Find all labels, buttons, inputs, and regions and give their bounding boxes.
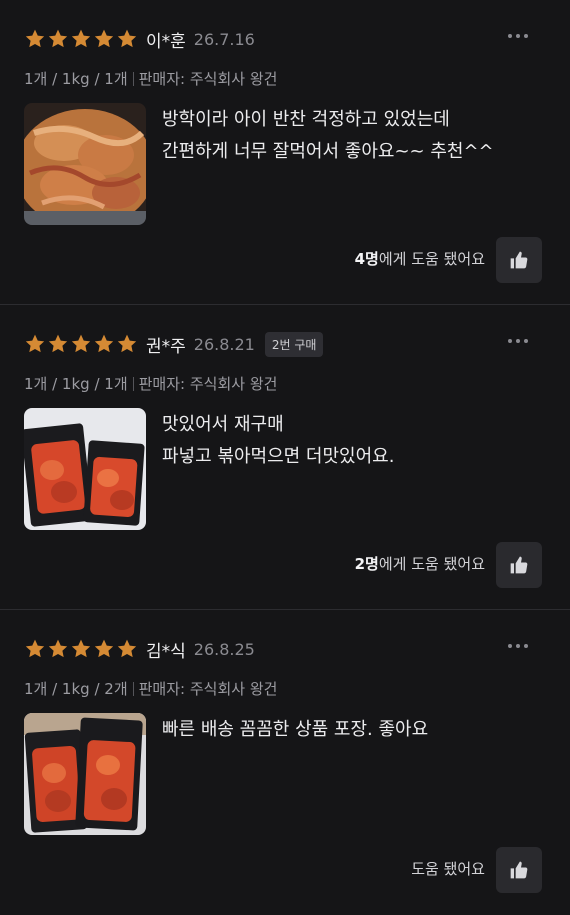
review-text-line: 빠른 배송 꼼꼼한 상품 포장. 좋아요 (162, 719, 429, 740)
review-header: 김*식 26.8.25 (24, 637, 255, 662)
star-icon (25, 334, 45, 353)
reviewer-name: 이*훈 (146, 31, 186, 52)
star-icon (71, 639, 91, 658)
option-summary: 1개 / 1kg / 1개 (24, 70, 128, 88)
helpful-button[interactable] (496, 542, 542, 588)
star-icon (48, 334, 68, 353)
review-text: 빠른 배송 꼼꼼한 상품 포장. 좋아요 (162, 714, 428, 746)
option-divider (132, 682, 134, 696)
star-rating (24, 333, 138, 355)
star-icon (94, 334, 114, 353)
reviewer-name: 권*주 (146, 336, 186, 357)
review-header: 권*주 26.8.21 2번 구매 (24, 331, 324, 357)
seller-info: 판매자: 주식회사 왕건 (138, 680, 278, 698)
thumbs-up-icon (510, 251, 528, 269)
star-icon (94, 639, 114, 658)
review-text-line: 간편하게 너무 잘먹어서 좋아요~~ 추천^^ (162, 141, 494, 162)
review-text-line: 파넣고 볶아먹으면 더맛있어요. (162, 446, 395, 467)
option-summary: 1개 / 1kg / 1개 (24, 375, 128, 393)
thumbs-up-icon (510, 556, 528, 574)
seller-info: 판매자: 주식회사 왕건 (138, 70, 278, 88)
review-photo[interactable] (24, 103, 146, 225)
review-text-line: 맛있어서 재구매 (162, 414, 284, 435)
seller-info: 판매자: 주식회사 왕건 (138, 375, 278, 393)
review-photo[interactable] (24, 713, 146, 835)
review-date: 26.7.16 (193, 29, 255, 49)
purchase-options: 1개 / 1kg / 1개 판매자: 주식회사 왕건 (24, 373, 277, 394)
star-icon (25, 29, 45, 48)
star-rating (24, 28, 138, 50)
star-icon (71, 29, 91, 48)
more-icon[interactable] (508, 638, 530, 654)
review-item: 이*훈 26.7.16 1개 / 1kg / 1개 판매자: 주식회사 왕건 방학… (0, 0, 570, 305)
review-date: 26.8.21 (193, 334, 255, 354)
helpful-count-label: 도움 됐어요 (411, 858, 485, 879)
review-item: 권*주 26.8.21 2번 구매 1개 / 1kg / 1개 판매자: 주식회사… (0, 305, 570, 610)
helpful-count-label: 4명에게 도움 됐어요 (355, 248, 485, 269)
star-icon (117, 639, 137, 658)
star-rating (24, 638, 138, 660)
star-icon (48, 639, 68, 658)
helpful-count: 4명 (354, 250, 379, 268)
review-item: 김*식 26.8.25 1개 / 1kg / 2개 판매자: 주식회사 왕건 빠른… (0, 610, 570, 915)
option-divider (132, 377, 134, 391)
helpful-suffix: 에게 도움 됐어요 (378, 250, 485, 268)
star-icon (71, 334, 91, 353)
helpful-suffix: 도움 됐어요 (411, 860, 485, 878)
review-text-line: 방학이라 아이 반찬 걱정하고 있었는데 (162, 109, 450, 130)
more-icon[interactable] (508, 333, 530, 349)
star-icon (48, 29, 68, 48)
repurchase-badge: 2번 구매 (264, 331, 324, 357)
purchase-options: 1개 / 1kg / 1개 판매자: 주식회사 왕건 (24, 68, 277, 89)
star-icon (94, 29, 114, 48)
more-icon[interactable] (508, 28, 530, 44)
review-text: 맛있어서 재구매 파넣고 볶아먹으면 더맛있어요. (162, 409, 394, 473)
helpful-button[interactable] (496, 847, 542, 893)
reviewer-name: 김*식 (146, 641, 186, 662)
review-photo[interactable] (24, 408, 146, 530)
helpful-button[interactable] (496, 237, 542, 283)
helpful-count: 2명 (354, 555, 379, 573)
review-text: 방학이라 아이 반찬 걱정하고 있었는데 간편하게 너무 잘먹어서 좋아요~~ … (162, 104, 494, 168)
star-icon (117, 29, 137, 48)
purchase-options: 1개 / 1kg / 2개 판매자: 주식회사 왕건 (24, 678, 277, 699)
review-date: 26.8.25 (193, 639, 255, 659)
option-summary: 1개 / 1kg / 2개 (24, 680, 128, 698)
star-icon (25, 639, 45, 658)
option-divider (132, 72, 134, 86)
thumbs-up-icon (510, 861, 528, 879)
star-icon (117, 334, 137, 353)
review-header: 이*훈 26.7.16 (24, 27, 255, 52)
helpful-count-label: 2명에게 도움 됐어요 (355, 553, 485, 574)
helpful-suffix: 에게 도움 됐어요 (378, 555, 485, 573)
